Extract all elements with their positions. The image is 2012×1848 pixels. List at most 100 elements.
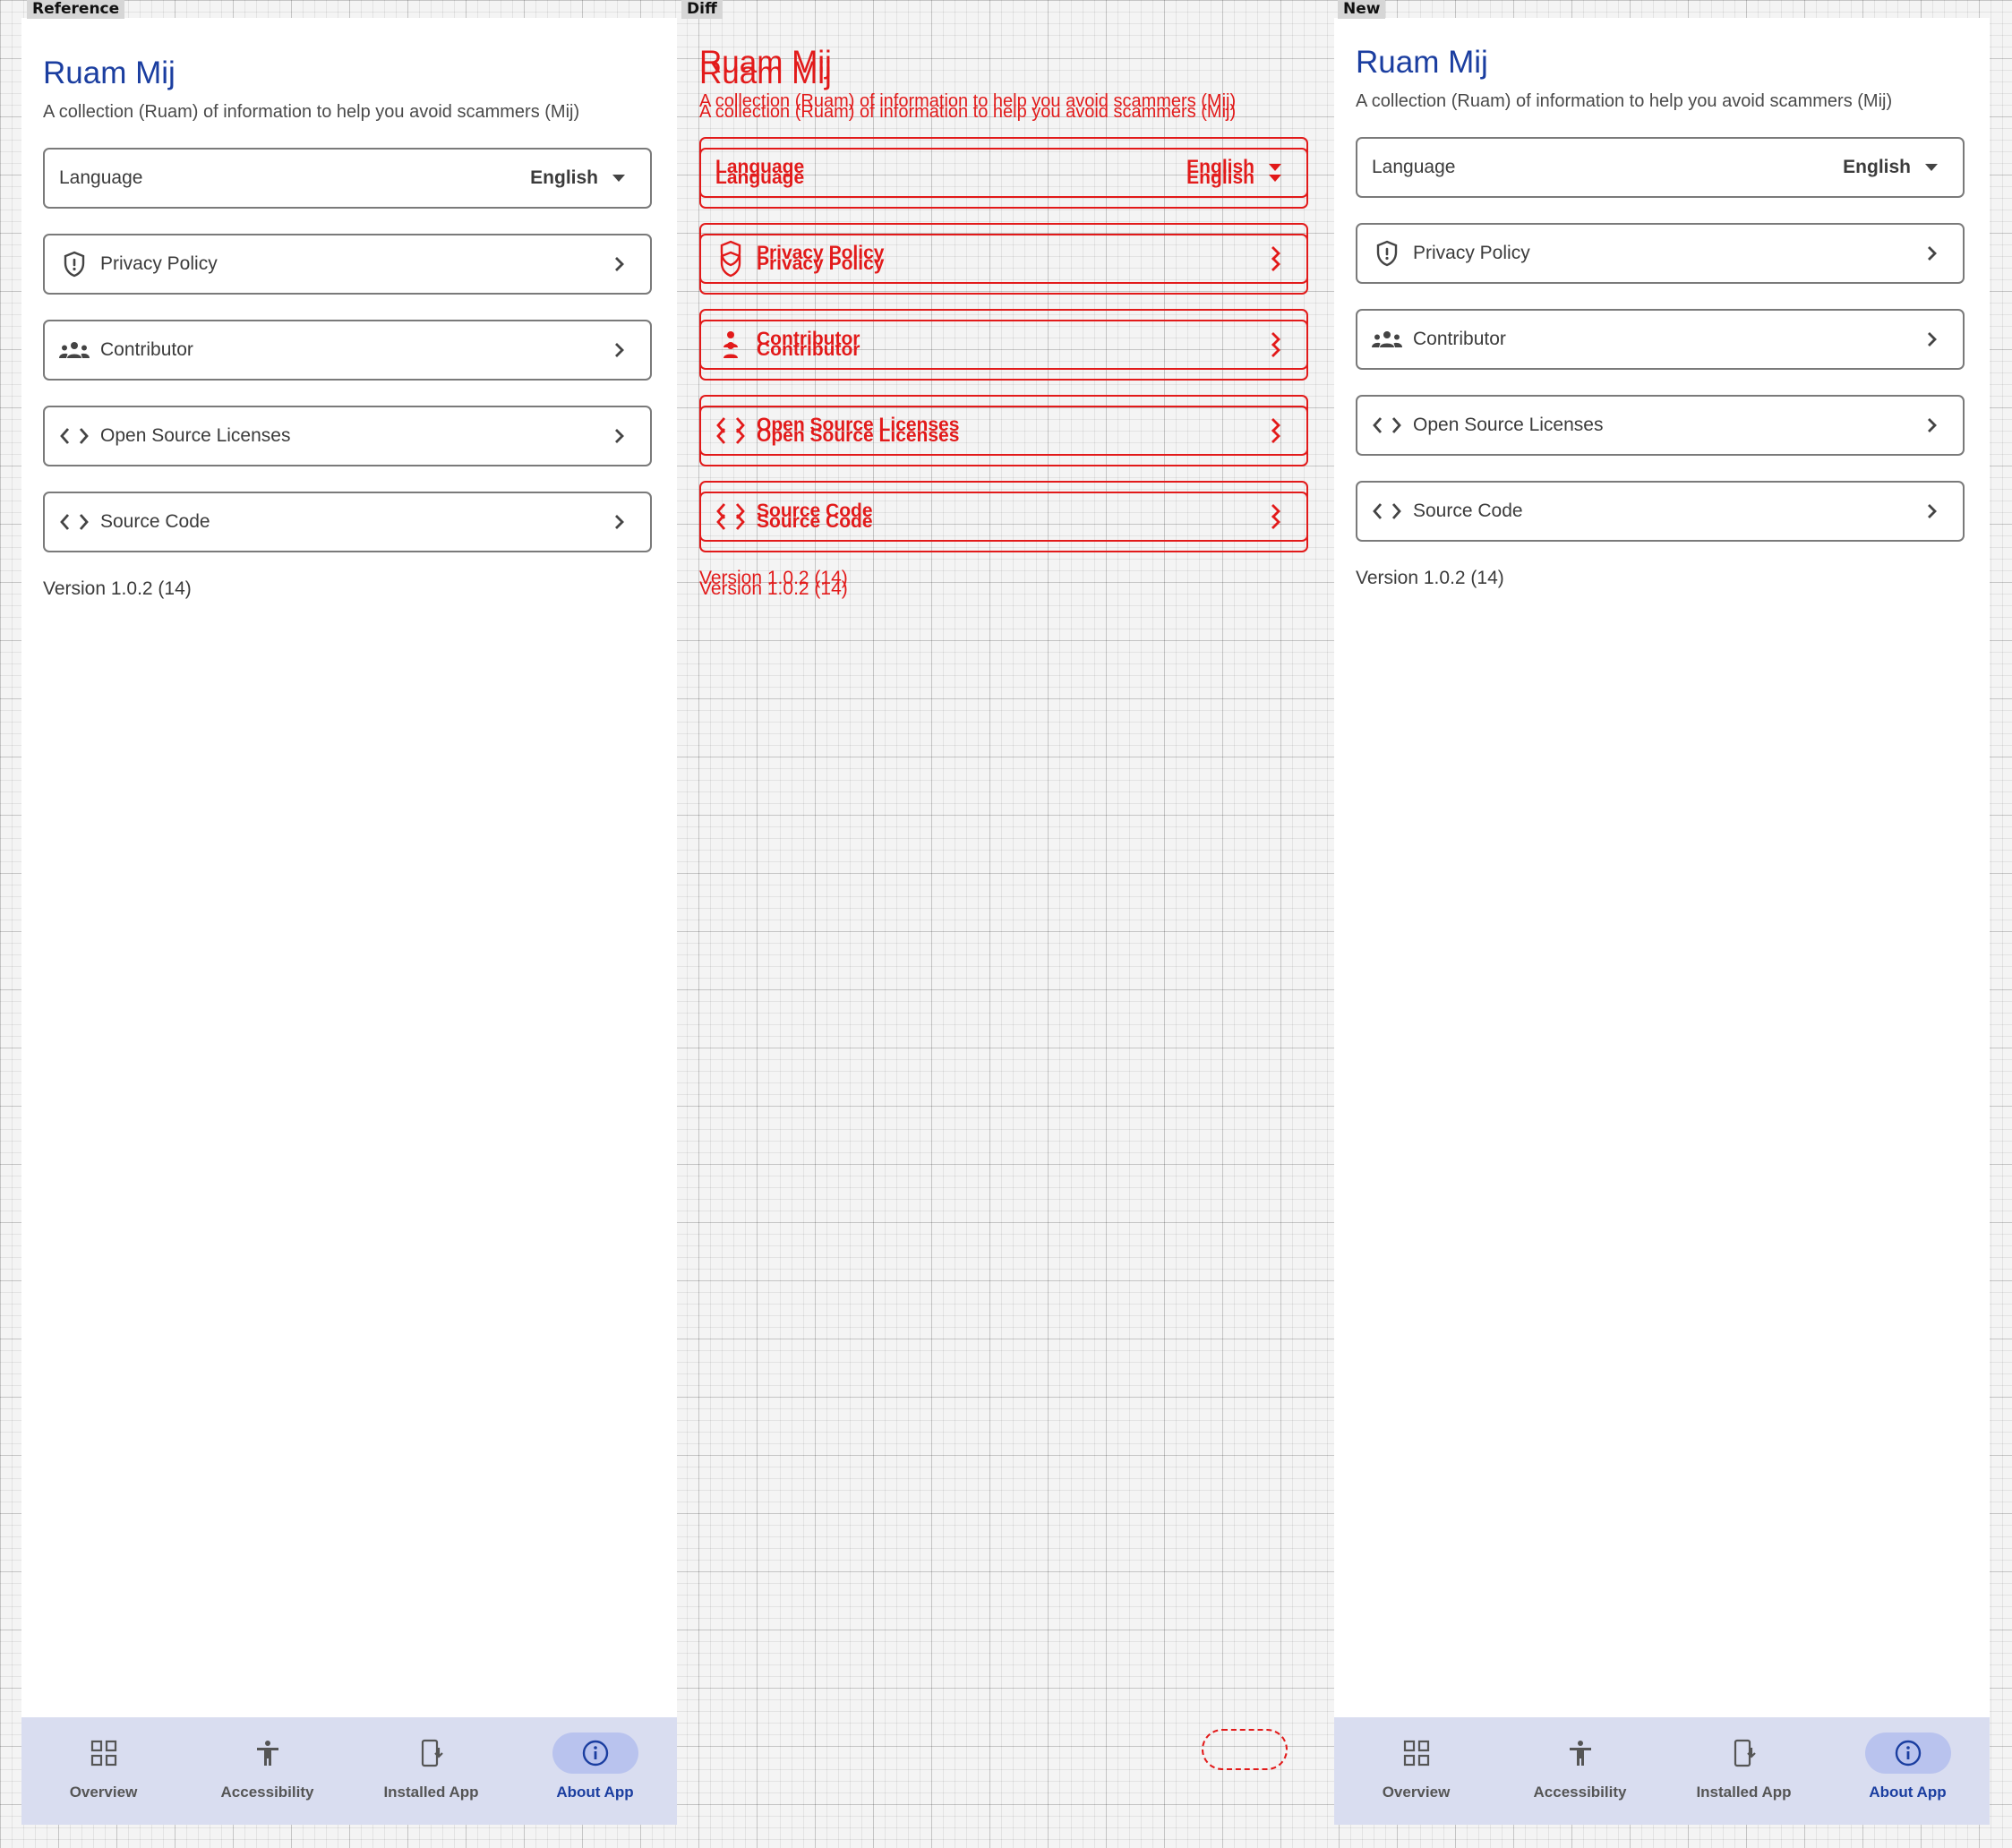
dropdown-arrow-icon (1920, 156, 1943, 179)
app-version: Version 1.0.2 (14) (43, 578, 192, 599)
chevron-right-icon (1920, 413, 1945, 438)
people-icon (59, 335, 90, 365)
contributor-label: Contributor (1413, 329, 1506, 349)
shield-icon (59, 249, 90, 279)
diff-app-subtitle-shifted: A collection (Ruam) of information to he… (699, 91, 1237, 111)
accessibility-icon (1537, 1732, 1623, 1774)
chevron-right-icon (1920, 499, 1945, 524)
language-selector[interactable]: Language English (1356, 137, 1965, 198)
diff-language-selector-shifted: Language English (699, 137, 1308, 198)
nav-about-app[interactable]: About App (1826, 1717, 1990, 1825)
language-label: Language (59, 167, 143, 188)
diff-layer-new: Ruam Mij A collection (Ruam) of informat… (678, 7, 1333, 1825)
code-icon (59, 421, 90, 451)
diff-open-source-licenses-row-shifted: Open Source Licenses (699, 395, 1308, 456)
code-icon (59, 507, 90, 537)
app-subtitle: A collection (Ruam) of information to he… (43, 102, 580, 122)
nav-installed-app-label: Installed App (383, 1784, 479, 1801)
privacy-policy-label: Privacy Policy (100, 253, 218, 274)
open-source-licenses-row[interactable]: Open Source Licenses (43, 406, 652, 466)
new-panel: Ruam Mij A collection (Ruam) of informat… (1334, 0, 1990, 1825)
code-icon (715, 410, 746, 441)
contributor-row[interactable]: Contributor (1356, 309, 1965, 370)
chevron-right-icon (607, 252, 632, 277)
diff-app-title-shifted: Ruam Mij (699, 45, 832, 80)
language-selector[interactable]: Language English (43, 148, 652, 209)
contributor-label: Contributor (100, 339, 193, 360)
language-label: Language (1372, 157, 1456, 177)
dropdown-arrow-icon (1263, 156, 1287, 179)
chevron-right-icon (607, 338, 632, 363)
chevron-right-icon (1263, 413, 1289, 438)
app-subtitle: A collection (Ruam) of information to he… (1356, 91, 1893, 111)
diff-language-value-shifted: English (1186, 157, 1254, 177)
language-value: English (530, 167, 598, 188)
chevron-right-icon (1263, 499, 1289, 524)
nav-accessibility[interactable]: Accessibility (185, 1717, 349, 1825)
nav-installed-app[interactable]: Installed App (1662, 1717, 1826, 1825)
nav-overview-label: Overview (69, 1784, 138, 1801)
chevron-right-icon (1263, 327, 1289, 352)
nav-installed-app[interactable]: Installed App (349, 1717, 513, 1825)
chevron-right-icon (1263, 241, 1289, 266)
diff-app-version-shifted: Version 1.0.2 (14) (699, 568, 848, 588)
diff-nav-pill-outline (1202, 1729, 1288, 1770)
chevron-right-icon (1920, 327, 1945, 352)
nav-overview[interactable]: Overview (21, 1717, 185, 1825)
privacy-policy-label: Privacy Policy (1413, 243, 1530, 263)
phone-download-icon (1701, 1732, 1787, 1774)
accessibility-icon (225, 1732, 311, 1774)
source-code-row[interactable]: Source Code (43, 492, 652, 552)
new-panel-label: New (1338, 0, 1386, 19)
app-title: Ruam Mij (1356, 45, 1488, 80)
chevron-right-icon (1920, 241, 1945, 266)
diff-privacy-policy-row-shifted: Privacy Policy (699, 223, 1308, 284)
diff-contributor-row-shifted: Contributor (699, 309, 1308, 370)
nav-installed-app-label: Installed App (1696, 1784, 1792, 1801)
nav-accessibility-label: Accessibility (1533, 1784, 1627, 1801)
nav-overview-label: Overview (1382, 1784, 1451, 1801)
reference-panel-label: Reference (27, 0, 125, 19)
chevron-right-icon (607, 509, 632, 535)
source-code-row[interactable]: Source Code (1356, 481, 1965, 542)
shield-icon (715, 238, 746, 269)
open-source-licenses-label: Open Source Licenses (1413, 415, 1604, 435)
shield-icon (1372, 238, 1402, 269)
privacy-policy-row[interactable]: Privacy Policy (43, 234, 652, 295)
code-icon (715, 496, 746, 526)
bottom-navigation: Overview Accessibility Installed App Abo… (1334, 1717, 1990, 1825)
new-screen: Ruam Mij A collection (Ruam) of informat… (1334, 18, 1990, 1825)
source-code-label: Source Code (1413, 500, 1523, 521)
nav-about-app-label: About App (556, 1784, 634, 1801)
nav-accessibility[interactable]: Accessibility (1498, 1717, 1662, 1825)
info-icon (1864, 1732, 1951, 1774)
app-title: Ruam Mij (43, 56, 176, 90)
contributor-row[interactable]: Contributor (43, 320, 652, 381)
code-icon (1372, 496, 1402, 526)
nav-overview[interactable]: Overview (1334, 1717, 1498, 1825)
people-icon (1372, 324, 1402, 355)
diff-language-label-shifted: Language (715, 157, 805, 177)
privacy-policy-row[interactable]: Privacy Policy (1356, 223, 1965, 284)
people-icon (715, 324, 746, 355)
nav-about-app[interactable]: About App (513, 1717, 677, 1825)
diff-contributor-label-shifted: Contributor (757, 329, 860, 349)
diff-open-source-licenses-label-shifted: Open Source Licenses (757, 415, 960, 435)
diff-source-code-row-shifted: Source Code (699, 481, 1308, 542)
nav-accessibility-label: Accessibility (220, 1784, 314, 1801)
language-value: English (1843, 157, 1911, 177)
grid-icon (61, 1732, 147, 1774)
reference-screen: Ruam Mij A collection (Ruam) of informat… (21, 18, 677, 1825)
diff-panel: Ruam Mij A collection (Ruam) of informat… (678, 0, 1333, 1825)
open-source-licenses-row[interactable]: Open Source Licenses (1356, 395, 1965, 456)
reference-panel: Ruam Mij A collection (Ruam) of informat… (21, 0, 677, 1825)
phone-download-icon (389, 1732, 475, 1774)
diff-source-code-label-shifted: Source Code (757, 500, 873, 521)
open-source-licenses-label: Open Source Licenses (100, 425, 291, 446)
info-icon (552, 1732, 638, 1774)
nav-about-app-label: About App (1869, 1784, 1947, 1801)
dropdown-arrow-icon (607, 167, 630, 190)
code-icon (1372, 410, 1402, 441)
chevron-right-icon (607, 424, 632, 449)
source-code-label: Source Code (100, 511, 210, 532)
